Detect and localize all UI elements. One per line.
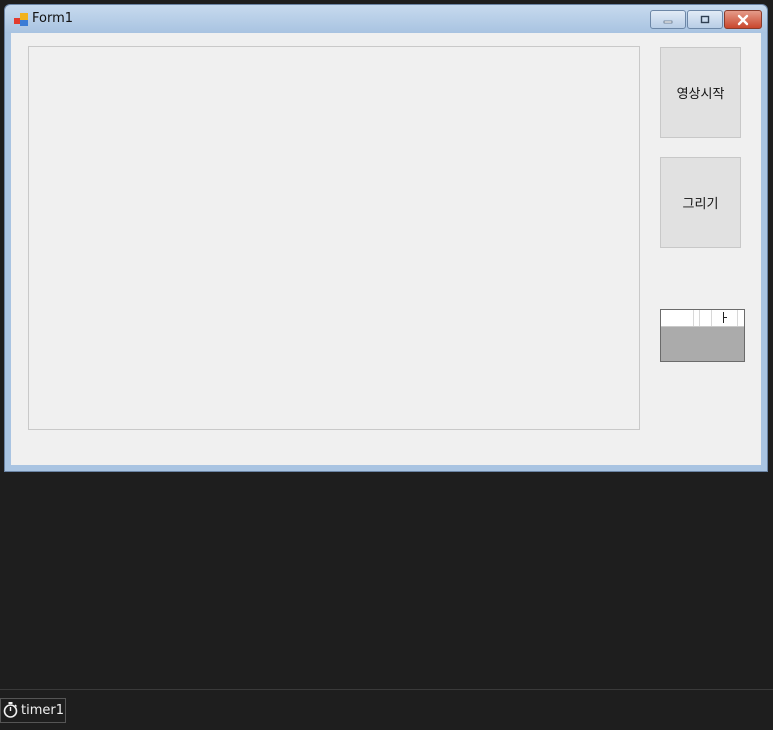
text-cursor-tick bbox=[723, 317, 727, 318]
component-tray-item-label: timer1 bbox=[21, 703, 64, 718]
title-bar[interactable]: Form1 bbox=[5, 5, 767, 33]
window-title: Form1 bbox=[32, 11, 74, 26]
draw-button[interactable]: 그리기 bbox=[660, 157, 741, 248]
stopwatch-icon bbox=[3, 702, 18, 718]
start-video-button[interactable]: 영상시작 bbox=[660, 47, 741, 138]
form-client-area: 영상시작 그리기 bbox=[11, 33, 761, 465]
minimize-icon bbox=[663, 20, 673, 23]
grid-header-row bbox=[661, 310, 744, 327]
close-button[interactable] bbox=[724, 10, 762, 29]
maximize-button[interactable] bbox=[687, 10, 723, 29]
designer-surface: Form1 영상시작 그리기 timer1 bbox=[0, 0, 773, 730]
winforms-form-icon bbox=[14, 13, 28, 26]
form-window[interactable]: Form1 영상시작 그리기 bbox=[4, 4, 768, 472]
datagridview[interactable] bbox=[660, 309, 745, 362]
grid-column-header[interactable] bbox=[712, 310, 738, 326]
grid-row-header bbox=[661, 310, 694, 326]
minimize-button[interactable] bbox=[650, 10, 686, 29]
close-icon bbox=[737, 14, 749, 25]
video-picturebox[interactable] bbox=[28, 46, 640, 430]
maximize-icon bbox=[700, 15, 710, 23]
grid-column-header[interactable] bbox=[700, 310, 712, 326]
component-tray: timer1 bbox=[0, 689, 773, 730]
component-tray-item-timer[interactable]: timer1 bbox=[0, 698, 66, 723]
